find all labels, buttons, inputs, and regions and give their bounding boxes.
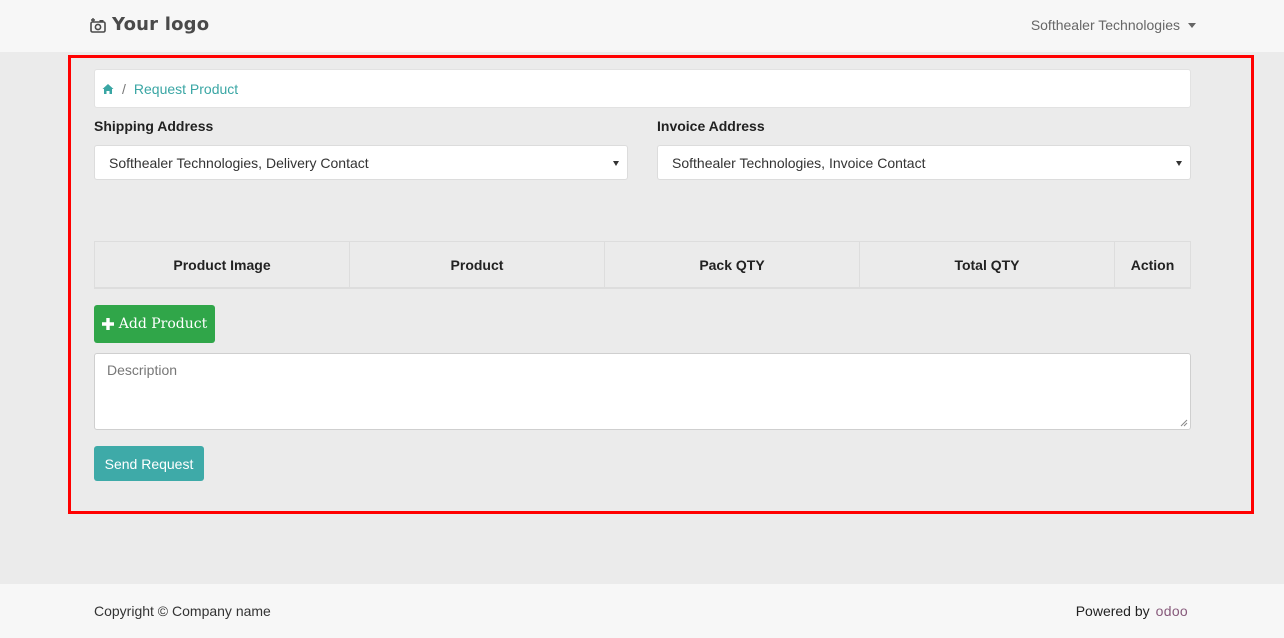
invoice-address-label: Invoice Address xyxy=(657,118,765,134)
column-header-product: Product xyxy=(350,242,605,287)
add-product-button[interactable]: Add Product xyxy=(94,305,215,343)
product-table: Product Image Product Pack QTY Total QTY… xyxy=(94,241,1191,289)
resize-handle-icon[interactable] xyxy=(1180,419,1188,427)
description-textarea[interactable] xyxy=(94,353,1191,430)
plus-icon xyxy=(101,318,114,330)
breadcrumb: / Request Product xyxy=(94,69,1191,108)
logo-text: Your logo xyxy=(112,14,210,35)
shipping-address-select[interactable]: Softhealer Technologies, Delivery Contac… xyxy=(94,145,628,180)
home-icon[interactable] xyxy=(102,83,114,95)
camera-plus-icon xyxy=(90,17,106,33)
shipping-address-label: Shipping Address xyxy=(94,118,214,134)
odoo-logo[interactable]: odoo xyxy=(1156,603,1188,619)
site-logo[interactable]: Your logo xyxy=(90,14,209,35)
select-arrow-icon xyxy=(1176,161,1182,166)
footer: Copyright © Company name Powered by odoo xyxy=(0,584,1284,638)
column-header-total-qty: Total QTY xyxy=(860,242,1115,287)
top-navbar: Your logo Softhealer Technologies xyxy=(0,0,1284,52)
send-request-button[interactable]: Send Request xyxy=(94,446,204,481)
odoo-logo-text: odoo xyxy=(1155,603,1188,619)
powered-by-label: Powered by xyxy=(1075,603,1150,619)
caret-down-icon xyxy=(1188,22,1196,28)
powered-by: Powered by odoo xyxy=(1076,603,1188,619)
column-header-action: Action xyxy=(1130,256,1175,273)
shipping-address-value: Softhealer Technologies, Delivery Contac… xyxy=(109,154,369,171)
user-menu-dropdown[interactable]: Softhealer Technologies xyxy=(1031,17,1196,33)
breadcrumb-current[interactable]: Request Product xyxy=(134,81,238,97)
invoice-address-value: Softhealer Technologies, Invoice Contact xyxy=(672,154,926,171)
copyright-text: Copyright © Company name xyxy=(94,603,271,619)
user-menu-label: Softhealer Technologies xyxy=(1030,17,1180,33)
column-header-product-image: Product Image xyxy=(95,242,350,287)
column-header-pack-qty: Pack QTY xyxy=(605,242,860,287)
invoice-address-select[interactable]: Softhealer Technologies, Invoice Contact xyxy=(657,145,1191,180)
breadcrumb-separator: / xyxy=(122,80,126,97)
select-arrow-icon xyxy=(613,161,619,166)
add-product-label: Add Product xyxy=(118,316,208,332)
